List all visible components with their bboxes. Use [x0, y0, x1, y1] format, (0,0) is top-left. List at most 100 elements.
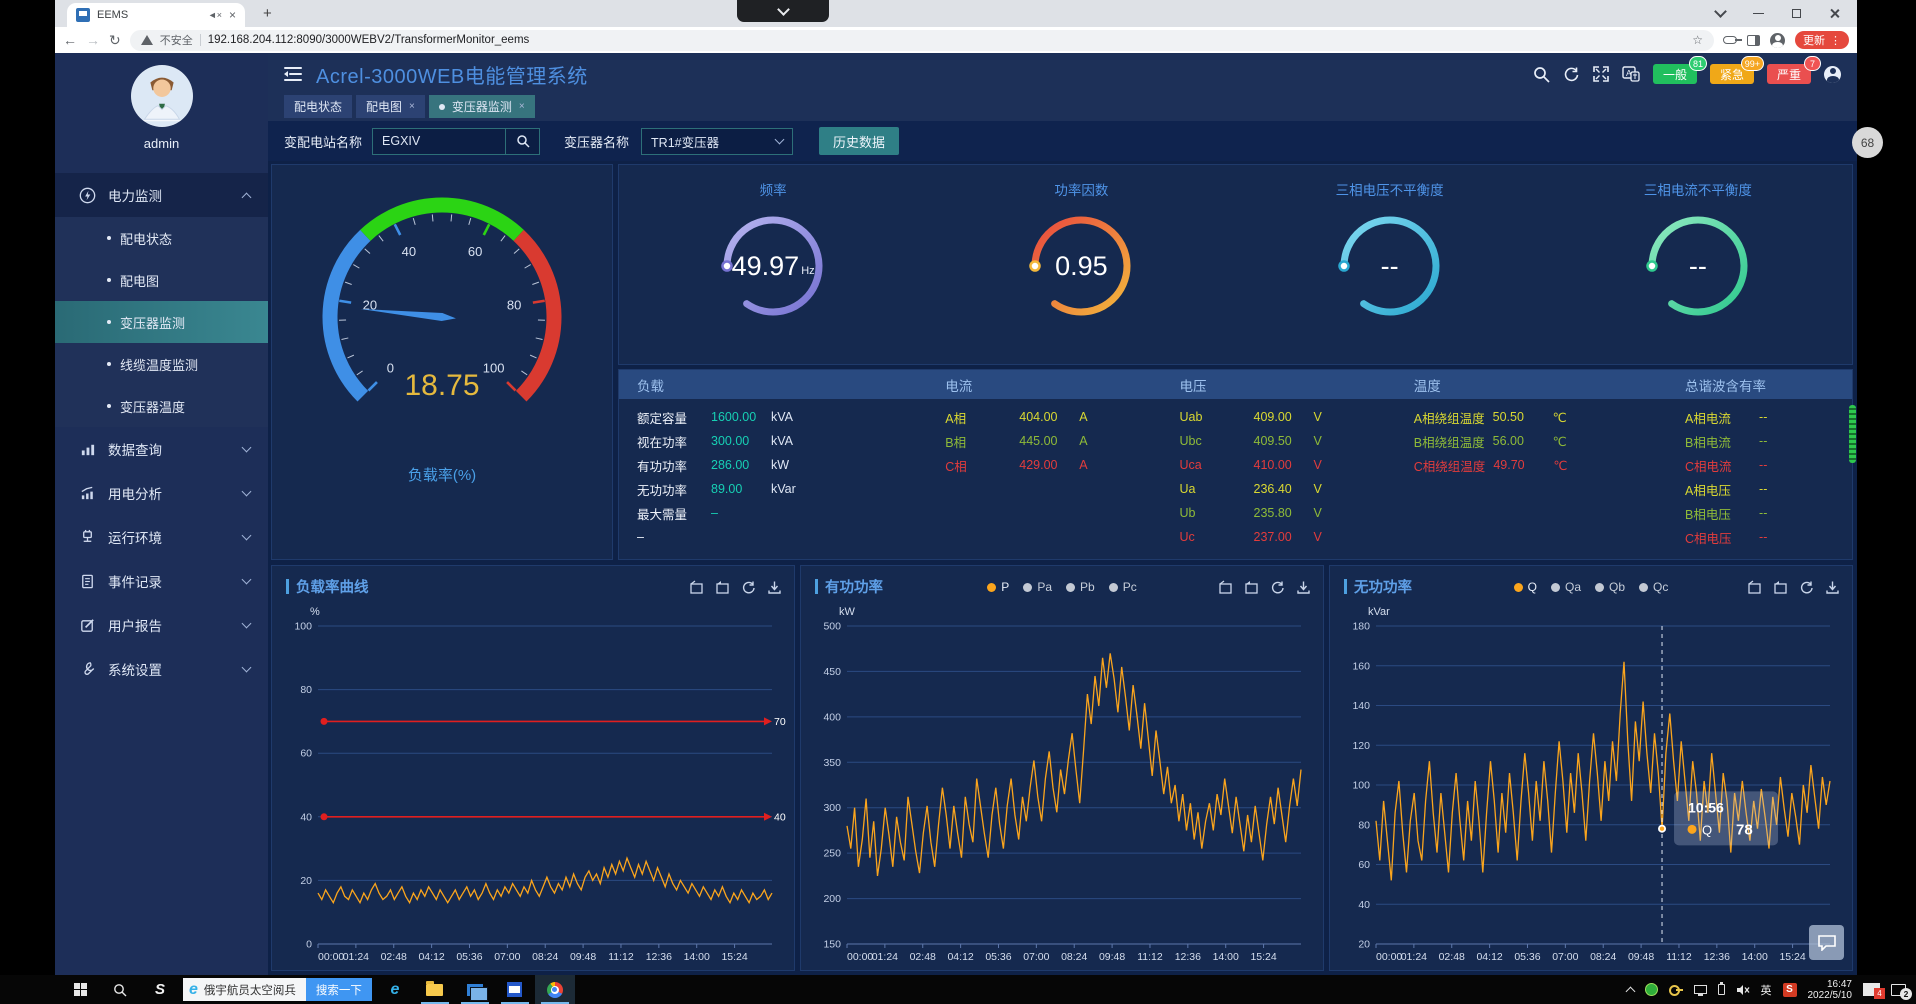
- page-tab-配电图[interactable]: 配电图×: [356, 95, 425, 118]
- network-tray-icon[interactable]: [1694, 985, 1707, 994]
- page-tab-变压器监测[interactable]: 变压器监测×: [429, 95, 535, 118]
- legend-item-Qb[interactable]: Qb: [1595, 580, 1625, 594]
- sidebar-item-变压器监测[interactable]: 变压器监测: [55, 301, 268, 343]
- sidebar-item-线缆温度监测[interactable]: 线缆温度监测: [55, 343, 268, 385]
- toolbox-refresh-icon[interactable]: [1799, 580, 1814, 595]
- notification-center-icon[interactable]: 2: [1891, 984, 1906, 996]
- chart-plot-area[interactable]: 20406080100120140160180kVar00:0001:2402:…: [1336, 604, 1846, 968]
- toolbox-datazoom-icon[interactable]: [1218, 580, 1233, 595]
- alarm-badge-一般[interactable]: 一般81: [1653, 64, 1697, 84]
- browser-tab[interactable]: EEMS ◄× ×: [67, 3, 245, 27]
- legend-item-Pc[interactable]: Pc: [1109, 580, 1137, 594]
- sidebar-group-电力监测[interactable]: 电力监测: [55, 173, 268, 217]
- toolbox-datazoom-icon[interactable]: [1747, 580, 1762, 595]
- ie-taskbar-icon[interactable]: e: [375, 975, 415, 1004]
- history-data-button[interactable]: 历史数据: [819, 127, 899, 155]
- alarm-badge-紧急[interactable]: 紧急99+: [1710, 64, 1754, 84]
- toolbox-refresh-icon[interactable]: [1270, 580, 1285, 595]
- toolbox-download-icon[interactable]: [1825, 580, 1840, 595]
- maximize-button[interactable]: [1777, 0, 1815, 27]
- password-key-icon[interactable]: [1723, 36, 1737, 44]
- fullscreen-icon[interactable]: [1593, 66, 1609, 82]
- alarm-badge-严重[interactable]: 严重7: [1767, 64, 1811, 84]
- legend-item-Qc[interactable]: Qc: [1639, 580, 1668, 594]
- sidebar-item-变压器温度[interactable]: 变压器温度: [55, 385, 268, 427]
- volume-muted-icon[interactable]: [1736, 984, 1750, 996]
- stock-app-tray-icon[interactable]: S: [1783, 983, 1797, 997]
- remote-desktop-icon[interactable]: [455, 975, 495, 1004]
- swirl-app-icon[interactable]: S: [140, 975, 180, 1004]
- sidebar-group-用户报告[interactable]: 用户报告: [55, 603, 268, 647]
- close-button[interactable]: [1815, 0, 1853, 27]
- window-preview-tray-icon[interactable]: 4: [1863, 983, 1880, 996]
- sidebar-group-用电分析[interactable]: 用电分析: [55, 471, 268, 515]
- chrome-taskbar-icon[interactable]: [535, 975, 575, 1004]
- usb-tray-icon[interactable]: [1718, 984, 1725, 995]
- reload-icon[interactable]: ↻: [109, 32, 121, 49]
- sidebar-group-事件记录[interactable]: 事件记录: [55, 559, 268, 603]
- legend-item-Pa[interactable]: Pa: [1023, 580, 1052, 594]
- tab-close-icon[interactable]: ×: [409, 101, 415, 112]
- file-explorer-icon[interactable]: [415, 975, 455, 1004]
- back-icon[interactable]: ←: [63, 32, 77, 48]
- sidebar-group-系统设置[interactable]: 系统设置: [55, 647, 268, 691]
- header-search-icon[interactable]: [1533, 66, 1550, 83]
- chrome-update-button[interactable]: 更新⋮: [1795, 31, 1849, 49]
- station-search-button[interactable]: [505, 129, 539, 154]
- menu-dots-icon[interactable]: ⋮: [1830, 34, 1841, 47]
- floating-assist-ball[interactable]: 68: [1852, 127, 1883, 158]
- url-text[interactable]: 192.168.204.112:8090/3000WEBV2/Transform…: [208, 34, 1686, 46]
- start-button[interactable]: [60, 975, 100, 1004]
- tab-close-icon[interactable]: ×: [229, 9, 236, 21]
- toolbox-download-icon[interactable]: [1296, 580, 1311, 595]
- minimize-button[interactable]: [1739, 0, 1777, 27]
- omnibox[interactable]: 不安全 192.168.204.112:8090/3000WEBV2/Trans…: [130, 30, 1714, 51]
- toolbox-download-icon[interactable]: [767, 580, 782, 595]
- legend-item-P[interactable]: P: [987, 580, 1009, 594]
- toolbox-datazoom-icon[interactable]: [689, 580, 704, 595]
- legend-item-Q[interactable]: Q: [1514, 580, 1537, 594]
- tray-expand-icon[interactable]: [1627, 985, 1634, 995]
- user-icon[interactable]: [1824, 66, 1841, 83]
- station-input[interactable]: EGXIV: [372, 128, 540, 155]
- hamburger-menu-icon[interactable]: [284, 67, 302, 81]
- page-scrollbar[interactable]: [1849, 405, 1856, 463]
- taskbar-search-text[interactable]: 俄宇航员太空阅兵: [198, 982, 306, 998]
- toolbox-restore-icon[interactable]: [1244, 580, 1259, 595]
- sidebar-item-配电状态[interactable]: 配电状态: [55, 217, 268, 259]
- profile-avatar-icon[interactable]: [1770, 33, 1785, 48]
- transformer-select[interactable]: TR1#变压器: [641, 128, 793, 155]
- toolbox-refresh-icon[interactable]: [741, 580, 756, 595]
- chart-plot-area[interactable]: 020406080100%00:0001:2402:4804:1205:3607…: [278, 604, 788, 968]
- header-refresh-icon[interactable]: [1563, 66, 1580, 83]
- taskbar-search-button[interactable]: [100, 975, 140, 1004]
- translate-icon[interactable]: A: [1622, 66, 1640, 82]
- sidebar-group-运行环境[interactable]: 运行环境: [55, 515, 268, 559]
- video-app-icon[interactable]: [495, 975, 535, 1004]
- taskbar-search-go-button[interactable]: 搜索一下: [306, 978, 372, 1001]
- user-avatar[interactable]: [131, 65, 193, 127]
- ie-search-widget[interactable]: e 俄宇航员太空阅兵 搜索一下: [183, 978, 372, 1001]
- antivirus-tray-icon[interactable]: [1645, 983, 1658, 996]
- page-tab-配电状态[interactable]: 配电状态: [284, 95, 352, 118]
- tab-close-icon[interactable]: ×: [519, 101, 525, 112]
- side-panel-icon[interactable]: [1747, 35, 1760, 46]
- legend-item-Pb[interactable]: Pb: [1066, 580, 1095, 594]
- input-language-indicator[interactable]: 英: [1761, 982, 1772, 998]
- sidebar-group-数据查询[interactable]: 数据查询: [55, 427, 268, 471]
- toolbox-restore-icon[interactable]: [1773, 580, 1788, 595]
- tab-search-button[interactable]: [1701, 0, 1739, 27]
- chat-fab-button[interactable]: [1809, 925, 1844, 960]
- new-tab-button[interactable]: +: [263, 5, 272, 22]
- taskbar-clock[interactable]: 16:472022/5/10: [1808, 979, 1853, 1001]
- chart-plot-area[interactable]: 150200250300350400450500kW00:0001:2402:4…: [807, 604, 1317, 968]
- sidebar-item-配电图[interactable]: 配电图: [55, 259, 268, 301]
- tab-mute-icon[interactable]: ◄×: [208, 10, 222, 20]
- media-controls-pill[interactable]: [737, 0, 829, 22]
- forward-icon[interactable]: →: [86, 32, 100, 48]
- legend-item-Qa[interactable]: Qa: [1551, 580, 1581, 594]
- station-value[interactable]: EGXIV: [373, 134, 505, 148]
- bookmark-star-icon[interactable]: ☆: [1692, 33, 1703, 47]
- toolbox-restore-icon[interactable]: [715, 580, 730, 595]
- keys-tray-icon[interactable]: [1669, 985, 1683, 995]
